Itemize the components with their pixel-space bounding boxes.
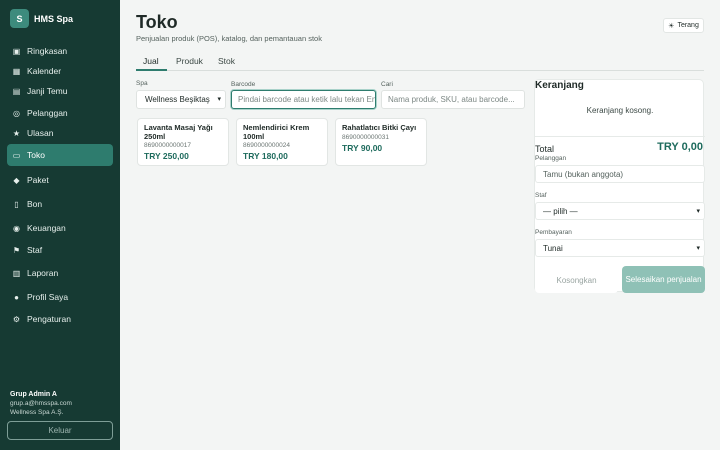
product-card[interactable]: Lavanta Masaj Yağı 250ml 8690000000017 T…: [137, 118, 229, 166]
brand-name: HMS Spa: [34, 13, 74, 24]
sidebar-item-label: Ulasan: [27, 128, 54, 138]
shop-icon: ▭: [12, 150, 21, 160]
user-email: grup.a@hmsspa.com: [10, 400, 72, 407]
theme-toggle-button[interactable]: ☀ Terang: [663, 18, 704, 33]
user-company: Wellness Spa A.Ş.: [10, 409, 64, 416]
sidebar-item-label: Staf: [27, 245, 43, 255]
logout-button[interactable]: Keluar: [7, 421, 113, 440]
product-sku: 8690000000031: [342, 133, 389, 141]
sidebar-item-label: Kalender: [27, 66, 62, 76]
customer-label: Pelanggan: [535, 155, 567, 162]
sidebar-item-label: Laporan: [27, 268, 59, 278]
chevron-down-icon: ▾: [217, 96, 221, 103]
search-label: Cari: [381, 81, 393, 88]
barcode-label: Barcode: [231, 81, 256, 88]
star-icon: ★: [12, 128, 21, 138]
sidebar-item-toko[interactable]: ▭ Toko: [7, 144, 113, 166]
sun-icon: ☀: [668, 22, 675, 30]
product-price: TRY 250,00: [144, 151, 189, 161]
cart-title: Keranjang: [535, 80, 584, 91]
receipt-icon: ▯: [14, 199, 19, 209]
barcode-input[interactable]: Pindai barcode atau ketik lalu tekan Ent…: [231, 90, 376, 109]
payment-select-value: Tunai: [543, 243, 563, 253]
finish-sale-button[interactable]: Selesaikan penjualan: [622, 266, 705, 293]
sidebar-item-janji-temu[interactable]: ▤ Janji Temu: [7, 80, 113, 102]
tab-stok[interactable]: Stok: [218, 56, 235, 66]
chevron-down-icon: ▾: [696, 245, 700, 252]
product-price: TRY 180,00: [243, 151, 288, 161]
product-name: Nemlendirici Krem 100ml: [243, 123, 310, 141]
theme-label: Terang: [677, 22, 699, 29]
cart-panel: Keranjang Keranjang kosong. Total TRY 0,…: [534, 79, 705, 293]
sidebar-item-label: Ringkasan: [27, 46, 68, 56]
sidebar-item-label: Pengaturan: [27, 314, 71, 324]
customers-icon: ◎: [13, 108, 20, 118]
cart-empty-message: Keranjang kosong.: [586, 106, 654, 115]
page-title: Toko: [136, 12, 178, 32]
user-icon: ●: [14, 292, 19, 302]
sidebar-item-label: Keuangan: [27, 223, 66, 233]
sidebar-item-keuangan[interactable]: ◉ Keuangan: [7, 217, 113, 239]
sidebar-item-pengaturan[interactable]: ⚙ Pengaturan: [7, 308, 113, 330]
total-label: Total: [535, 144, 555, 154]
sidebar-item-ringkasan[interactable]: ▣ Ringkasan: [7, 40, 113, 62]
payment-select[interactable]: Tunai ▾: [535, 239, 705, 257]
sidebar-item-pelanggan[interactable]: ◎ Pelanggan: [7, 102, 113, 124]
sidebar-item-kalender[interactable]: ▦ Kalender: [7, 60, 113, 82]
sidebar-item-label: Janji Temu: [27, 86, 68, 96]
tab-bar: Jual Produk Stok: [136, 54, 704, 71]
sidebar-item-label: Pelanggan: [27, 108, 68, 118]
product-price: TRY 90,00: [342, 142, 383, 153]
calendar-icon: ▦: [12, 66, 21, 76]
payment-label: Pembayaran: [535, 229, 572, 236]
customer-input[interactable]: Tamu (bukan anggota): [535, 165, 705, 183]
sidebar-item-staf[interactable]: ⚑ Staf: [7, 239, 113, 261]
staff-label: Staf: [535, 192, 547, 199]
product-sku: 8690000000017: [144, 142, 191, 149]
page-subtitle: Penjualan produk (POS), katalog, dan pem…: [136, 34, 322, 43]
product-card[interactable]: Rahatlatıcı Bitki Çayı 8690000000031 TRY…: [335, 118, 427, 166]
sidebar-item-label: Profil Saya: [27, 292, 69, 302]
package-icon: ◆: [13, 175, 20, 185]
sidebar-item-profil-saya[interactable]: ● Profil Saya: [7, 286, 113, 308]
cart-divider: [535, 136, 705, 137]
dashboard-icon: ▣: [12, 46, 21, 56]
sidebar-item-ulasan[interactable]: ★ Ulasan: [7, 122, 113, 144]
total-value: TRY 0,00: [657, 141, 703, 153]
appointment-icon: ▤: [12, 86, 21, 96]
product-name: Lavanta Masaj Yağı 250ml: [144, 123, 213, 141]
product-sku: 8690000000024: [243, 142, 290, 149]
sidebar-item-bon[interactable]: ▯ Bon: [7, 193, 113, 215]
brand-logo: S: [10, 9, 29, 28]
money-bag-icon: ◉: [13, 223, 20, 233]
tab-produk[interactable]: Produk: [176, 56, 203, 66]
user-info: Grup Admin A grup.a@hmsspa.com Wellness …: [10, 390, 72, 417]
active-tab-indicator: [136, 69, 167, 71]
staff-select-value: — pilih —: [543, 206, 578, 216]
sidebar-item-laporan[interactable]: ▥ Laporan: [7, 262, 113, 284]
flag-icon: ⚑: [12, 245, 21, 255]
chart-icon: ▥: [12, 268, 21, 278]
search-input[interactable]: Nama produk, SKU, atau barcode...: [381, 90, 525, 109]
spa-select-value: Wellness Beşiktaş: [145, 95, 210, 104]
sidebar-item-label: Bon: [27, 199, 43, 209]
gear-icon: ⚙: [12, 314, 21, 324]
chevron-down-icon: ▾: [696, 208, 700, 215]
sidebar-item-label: Paket: [27, 175, 49, 185]
brand[interactable]: S HMS Spa: [10, 9, 73, 28]
clear-cart-button[interactable]: Kosongkan: [535, 267, 618, 293]
sidebar: S HMS Spa ▣ Ringkasan ▦ Kalender ▤ Janji…: [0, 0, 120, 450]
tab-jual[interactable]: Jual: [143, 56, 159, 66]
sidebar-item-label: Toko: [27, 150, 45, 160]
product-name: Rahatlatıcı Bitki Çayı: [342, 123, 417, 132]
spa-select[interactable]: Wellness Beşiktaş ▾: [136, 90, 226, 109]
staff-select[interactable]: — pilih — ▾: [535, 202, 705, 220]
spa-label: Spa: [136, 80, 148, 87]
sidebar-item-paket[interactable]: ◆ Paket: [7, 169, 113, 191]
product-card[interactable]: Nemlendirici Krem 100ml 8690000000024 TR…: [236, 118, 328, 166]
user-name: Grup Admin A: [10, 391, 57, 398]
